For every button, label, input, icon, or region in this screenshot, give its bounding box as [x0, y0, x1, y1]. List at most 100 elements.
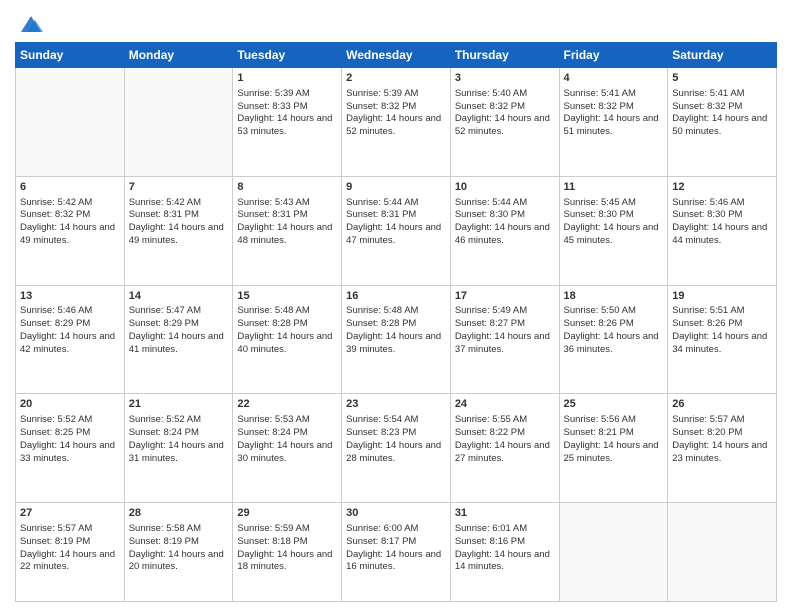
calendar-week-row: 27Sunrise: 5:57 AMSunset: 8:19 PMDayligh… [16, 503, 777, 602]
day-number: 15 [237, 289, 337, 304]
day-number: 22 [237, 397, 337, 412]
calendar-header-thursday: Thursday [450, 43, 559, 68]
calendar-header-tuesday: Tuesday [233, 43, 342, 68]
sunrise-text: Sunrise: 5:44 AM [455, 197, 555, 210]
daylight-text: Daylight: 14 hours and 31 minutes. [129, 440, 229, 466]
sunrise-text: Sunrise: 5:51 AM [672, 305, 772, 318]
daylight-text: Daylight: 14 hours and 27 minutes. [455, 440, 555, 466]
day-number: 8 [237, 180, 337, 195]
calendar-header-saturday: Saturday [668, 43, 777, 68]
calendar-week-row: 20 Sunrise: 5:52 AM Sunset: 8:25 PM Dayligh… [16, 394, 777, 503]
day-number: 14 [129, 289, 229, 304]
day-number: 30 [346, 506, 446, 521]
sunrise-text: Sunrise: 5:52 AM [129, 414, 229, 427]
sunrise-text: Sunrise: 5:58 AM [129, 523, 229, 536]
day-number: 3 [455, 71, 555, 86]
daylight-text: Daylight: 14 hours and 40 minutes. [237, 331, 337, 357]
day-number: 29 [237, 506, 337, 521]
sunrise-text: Sunrise: 5:41 AM [564, 88, 664, 101]
sunrise-text: Sunrise: 5:39 AM [237, 88, 337, 101]
day-number: 5 [672, 71, 772, 86]
calendar-day-cell: 17Sunrise: 5:49 AMSunset: 8:27 PMDayligh… [450, 285, 559, 394]
calendar-day-cell [559, 503, 668, 602]
sunrise-text: Sunrise: 5:46 AM [20, 305, 120, 318]
sunrise-text: Sunrise: 6:00 AM [346, 523, 446, 536]
day-number: 4 [564, 71, 664, 86]
day-number: 2 [346, 71, 446, 86]
day-number: 6 [20, 180, 120, 195]
day-number: 12 [672, 180, 772, 195]
sunrise-text: Sunrise: 5:40 AM [455, 88, 555, 101]
daylight-text: Daylight: 14 hours and 44 minutes. [672, 222, 772, 248]
calendar-day-cell: 11Sunrise: 5:45 AMSunset: 8:30 PMDayligh… [559, 176, 668, 285]
sunrise-text: Sunrise: 5:44 AM [346, 197, 446, 210]
sunset-text: Sunset: 8:25 PM [20, 427, 120, 440]
daylight-text: Daylight: 14 hours and 48 minutes. [237, 222, 337, 248]
sunrise-text: Sunrise: 5:48 AM [346, 305, 446, 318]
day-number: 26 [672, 397, 772, 412]
daylight-text: Daylight: 14 hours and 52 minutes. [455, 113, 555, 139]
calendar-day-cell: 27Sunrise: 5:57 AMSunset: 8:19 PMDayligh… [16, 503, 125, 602]
sunrise-text: Sunrise: 5:49 AM [455, 305, 555, 318]
sunset-text: Sunset: 8:28 PM [237, 318, 337, 331]
logo-icon [17, 10, 45, 38]
daylight-text: Daylight: 14 hours and 16 minutes. [346, 549, 446, 575]
sunset-text: Sunset: 8:30 PM [564, 209, 664, 222]
sunset-text: Sunset: 8:32 PM [20, 209, 120, 222]
daylight-text: Daylight: 14 hours and 42 minutes. [20, 331, 120, 357]
sunrise-text: Sunrise: 6:01 AM [455, 523, 555, 536]
calendar-day-cell: 3Sunrise: 5:40 AMSunset: 8:32 PMDaylight… [450, 68, 559, 177]
day-number: 17 [455, 289, 555, 304]
sunset-text: Sunset: 8:31 PM [346, 209, 446, 222]
calendar-day-cell: 20Sunrise: 5:52 AMSunset: 8:25 PMDayligh… [16, 394, 125, 503]
daylight-text: Daylight: 14 hours and 41 minutes. [129, 331, 229, 357]
sunset-text: Sunset: 8:29 PM [20, 318, 120, 331]
day-number: 20 [20, 397, 120, 412]
sunset-text: Sunset: 8:24 PM [129, 427, 229, 440]
daylight-text: Daylight: 14 hours and 45 minutes. [564, 222, 664, 248]
calendar-week-row: 1Sunrise: 5:39 AMSunset: 8:33 PMDaylight… [16, 68, 777, 177]
sunrise-text: Sunrise: 5:54 AM [346, 414, 446, 427]
calendar-day-cell: 16Sunrise: 5:48 AMSunset: 8:28 PMDayligh… [342, 285, 451, 394]
calendar-day-cell: 2Sunrise: 5:39 AMSunset: 8:32 PMDaylight… [342, 68, 451, 177]
calendar-day-cell: 1Sunrise: 5:39 AMSunset: 8:33 PMDaylight… [233, 68, 342, 177]
sunrise-text: Sunrise: 5:42 AM [129, 197, 229, 210]
calendar-day-cell: 25 Sunrise: 5:56 AMSunset: 8:21 PMDayligh… [559, 394, 668, 503]
calendar-day-cell: 28Sunrise: 5:58 AMSunset: 8:19 PMDayligh… [124, 503, 233, 602]
sunset-text: Sunset: 8:22 PM [455, 427, 555, 440]
calendar-day-cell: 8Sunrise: 5:43 AMSunset: 8:31 PMDaylight… [233, 176, 342, 285]
sunset-text: Sunset: 8:20 PM [672, 427, 772, 440]
calendar-table: SundayMondayTuesdayWednesdayThursdayFrid… [15, 42, 777, 602]
sunrise-text: Sunrise: 5:59 AM [237, 523, 337, 536]
day-number: 31 [455, 506, 555, 521]
logo [15, 10, 45, 34]
sunrise-text: Sunrise: 5:55 AM [455, 414, 555, 427]
sunset-text: Sunset: 8:21 PM [564, 427, 664, 440]
sunrise-text: Sunrise: 5:41 AM [672, 88, 772, 101]
sunset-text: Sunset: 8:29 PM [129, 318, 229, 331]
sunrise-text: Sunrise: 5:48 AM [237, 305, 337, 318]
sunrise-text: Sunrise: 5:57 AM [20, 523, 120, 536]
calendar-day-cell: 30 Sunrise: 6:00 AMSunset: 8:17 PMDayligh… [342, 503, 451, 602]
sunset-text: Sunset: 8:32 PM [346, 101, 446, 114]
sunrise-text: Sunrise: 5:56 AM [564, 414, 664, 427]
sunset-text: Sunset: 8:17 PM [346, 536, 446, 549]
sunset-text: Sunset: 8:16 PM [455, 536, 555, 549]
daylight-text: Daylight: 14 hours and 25 minutes. [564, 440, 664, 466]
day-number: 7 [129, 180, 229, 195]
calendar-week-row: 13Sunrise: 5:46 AMSunset: 8:29 PMDayligh… [16, 285, 777, 394]
daylight-text: Daylight: 14 hours and 53 minutes. [237, 113, 337, 139]
page: SundayMondayTuesdayWednesdayThursdayFrid… [0, 0, 792, 612]
day-number: 25 [564, 397, 664, 412]
calendar-day-cell: 19Sunrise: 5:51 AMSunset: 8:26 PMDayligh… [668, 285, 777, 394]
sunrise-text: Sunrise: 5:45 AM [564, 197, 664, 210]
calendar-day-cell: 13Sunrise: 5:46 AMSunset: 8:29 PMDayligh… [16, 285, 125, 394]
daylight-text: Daylight: 14 hours and 36 minutes. [564, 331, 664, 357]
daylight-text: Daylight: 14 hours and 34 minutes. [672, 331, 772, 357]
calendar-day-cell: 7Sunrise: 5:42 AMSunset: 8:31 PMDaylight… [124, 176, 233, 285]
day-number: 21 [129, 397, 229, 412]
daylight-text: Daylight: 14 hours and 49 minutes. [20, 222, 120, 248]
sunrise-text: Sunrise: 5:42 AM [20, 197, 120, 210]
calendar-day-cell: 31Sunrise: 6:01 AMSunset: 8:16 PMDayligh… [450, 503, 559, 602]
day-number: 10 [455, 180, 555, 195]
